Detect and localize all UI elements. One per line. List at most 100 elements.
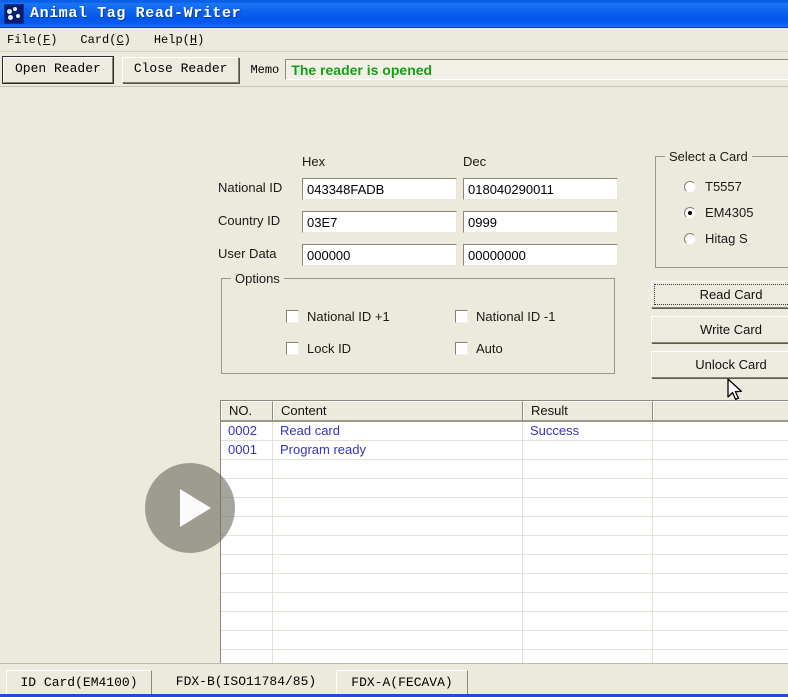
log-cell-empty	[523, 498, 653, 516]
log-column-header-extra[interactable]	[653, 401, 788, 420]
memo-field[interactable]: The reader is opened	[285, 59, 788, 80]
checkbox-auto-label: Auto	[476, 341, 503, 356]
user-data-hex-input[interactable]: 000000	[302, 244, 457, 266]
log-cell-empty	[221, 555, 273, 573]
read-card-button[interactable]: Read Card	[651, 281, 788, 308]
radio-t5557-label: T5557	[705, 179, 742, 194]
country-id-hex-input[interactable]: 03E7	[302, 211, 457, 233]
log-cell-empty	[653, 460, 788, 478]
checkbox-lock-id-label: Lock ID	[307, 341, 351, 356]
log-cell-empty	[523, 612, 653, 630]
radio-t5557-box[interactable]	[684, 181, 696, 193]
label-national-id: National ID	[218, 180, 296, 195]
checkbox-national-id-plus-1-label: National ID +1	[307, 309, 390, 324]
log-cell-empty	[273, 498, 523, 516]
close-reader-button[interactable]: Close Reader	[122, 57, 240, 83]
table-row[interactable]	[221, 498, 788, 517]
menu-help-label: Help	[154, 33, 183, 47]
log-cell-empty	[523, 479, 653, 497]
table-row[interactable]	[221, 574, 788, 593]
log-cell-empty	[221, 536, 273, 554]
log-table-header: NO. Content Result	[221, 401, 788, 422]
menu-item-help[interactable]: Help(H)	[152, 32, 206, 48]
radio-em4305[interactable]: EM4305	[684, 205, 753, 220]
menu-item-card[interactable]: Card(C)	[78, 32, 132, 48]
checkbox-national-id-plus-1[interactable]: National ID +1	[286, 309, 390, 324]
menu-bar: File(F) Card(C) Help(H)	[0, 29, 788, 52]
log-table-body: 0002 Read card Success 0001 Program read…	[221, 422, 788, 685]
log-column-header-result[interactable]: Result	[523, 401, 653, 420]
log-cell-empty	[523, 631, 653, 649]
table-row[interactable]	[221, 593, 788, 612]
log-cell-empty	[653, 593, 788, 611]
radio-hitag-s[interactable]: Hitag S	[684, 231, 748, 246]
table-row[interactable]	[221, 631, 788, 650]
log-cell-empty	[273, 460, 523, 478]
log-cell-no: 0002	[221, 422, 273, 440]
options-group-title: Options	[231, 271, 284, 286]
checkbox-auto[interactable]: Auto	[455, 341, 503, 356]
table-row[interactable]	[221, 536, 788, 555]
checkbox-auto-box[interactable]	[455, 342, 468, 355]
menu-file-label: File	[7, 33, 36, 47]
national-id-hex-input[interactable]: 043348FADB	[302, 178, 457, 200]
log-cell-empty	[653, 479, 788, 497]
unlock-card-button[interactable]: Unlock Card	[651, 351, 788, 378]
log-cell-empty	[653, 536, 788, 554]
log-cell-empty	[523, 593, 653, 611]
radio-hitag-s-label: Hitag S	[705, 231, 748, 246]
menu-item-file[interactable]: File(F)	[5, 32, 59, 48]
radio-t5557[interactable]: T5557	[684, 179, 742, 194]
log-cell-extra	[653, 441, 788, 459]
log-cell-empty	[221, 574, 273, 592]
tab-strip: ID Card(EM4100) FDX-B(ISO11784/85) FDX-A…	[0, 663, 788, 697]
log-table: NO. Content Result 0002 Read card Succes…	[220, 400, 788, 685]
log-column-header-content[interactable]: Content	[273, 401, 523, 420]
log-cell-empty	[523, 555, 653, 573]
national-id-dec-input[interactable]: 018040290011	[463, 178, 618, 200]
log-cell-empty	[523, 536, 653, 554]
radio-em4305-box[interactable]	[684, 207, 696, 219]
play-icon[interactable]	[145, 463, 235, 553]
tab-fdx-b-iso11784[interactable]: FDX-B(ISO11784/85)	[160, 670, 332, 696]
menu-help-mnemonic: H	[190, 33, 197, 47]
log-cell-empty	[653, 574, 788, 592]
toolbar: Open Reader Close Reader Memo The reader…	[0, 53, 788, 87]
checkbox-lock-id-box[interactable]	[286, 342, 299, 355]
user-data-dec-input[interactable]: 00000000	[463, 244, 618, 266]
tab-fdx-a-fecava[interactable]: FDX-A(FECAVA)	[336, 670, 468, 696]
table-row[interactable]	[221, 555, 788, 574]
table-row[interactable]: 0001 Program ready	[221, 441, 788, 460]
open-reader-button[interactable]: Open Reader	[3, 57, 113, 83]
application-window: Animal Tag Read-Writer File(F) Card(C) H…	[0, 0, 788, 697]
log-cell-no: 0001	[221, 441, 273, 459]
table-row[interactable]	[221, 612, 788, 631]
table-row[interactable]	[221, 479, 788, 498]
table-row[interactable]: 0002 Read card Success	[221, 422, 788, 441]
table-row[interactable]	[221, 517, 788, 536]
radio-hitag-s-box[interactable]	[684, 233, 696, 245]
menu-card-label: Card	[80, 33, 109, 47]
log-cell-empty	[273, 574, 523, 592]
checkbox-lock-id[interactable]: Lock ID	[286, 341, 351, 356]
select-a-card-title: Select a Card	[665, 149, 752, 164]
log-cell-empty	[273, 612, 523, 630]
client-area: Hex Dec National ID 043348FADB 018040290…	[0, 88, 788, 663]
checkbox-national-id-minus-1-box[interactable]	[455, 310, 468, 323]
checkbox-national-id-minus-1[interactable]: National ID -1	[455, 309, 555, 324]
log-cell-empty	[273, 517, 523, 535]
table-row[interactable]	[221, 460, 788, 479]
checkbox-national-id-minus-1-label: National ID -1	[476, 309, 555, 324]
menu-file-mnemonic: F	[43, 33, 50, 47]
write-card-button[interactable]: Write Card	[651, 316, 788, 343]
log-cell-empty	[653, 555, 788, 573]
country-id-dec-input[interactable]: 0999	[463, 211, 618, 233]
log-cell-empty	[273, 631, 523, 649]
log-column-header-no[interactable]: NO.	[221, 401, 273, 420]
log-cell-empty	[653, 498, 788, 516]
tab-id-card-em4100[interactable]: ID Card(EM4100)	[6, 670, 152, 696]
checkbox-national-id-plus-1-box[interactable]	[286, 310, 299, 323]
log-cell-empty	[653, 612, 788, 630]
radio-em4305-label: EM4305	[705, 205, 753, 220]
select-a-card-group: Select a Card T5557 EM4305 Hitag S	[655, 156, 788, 268]
